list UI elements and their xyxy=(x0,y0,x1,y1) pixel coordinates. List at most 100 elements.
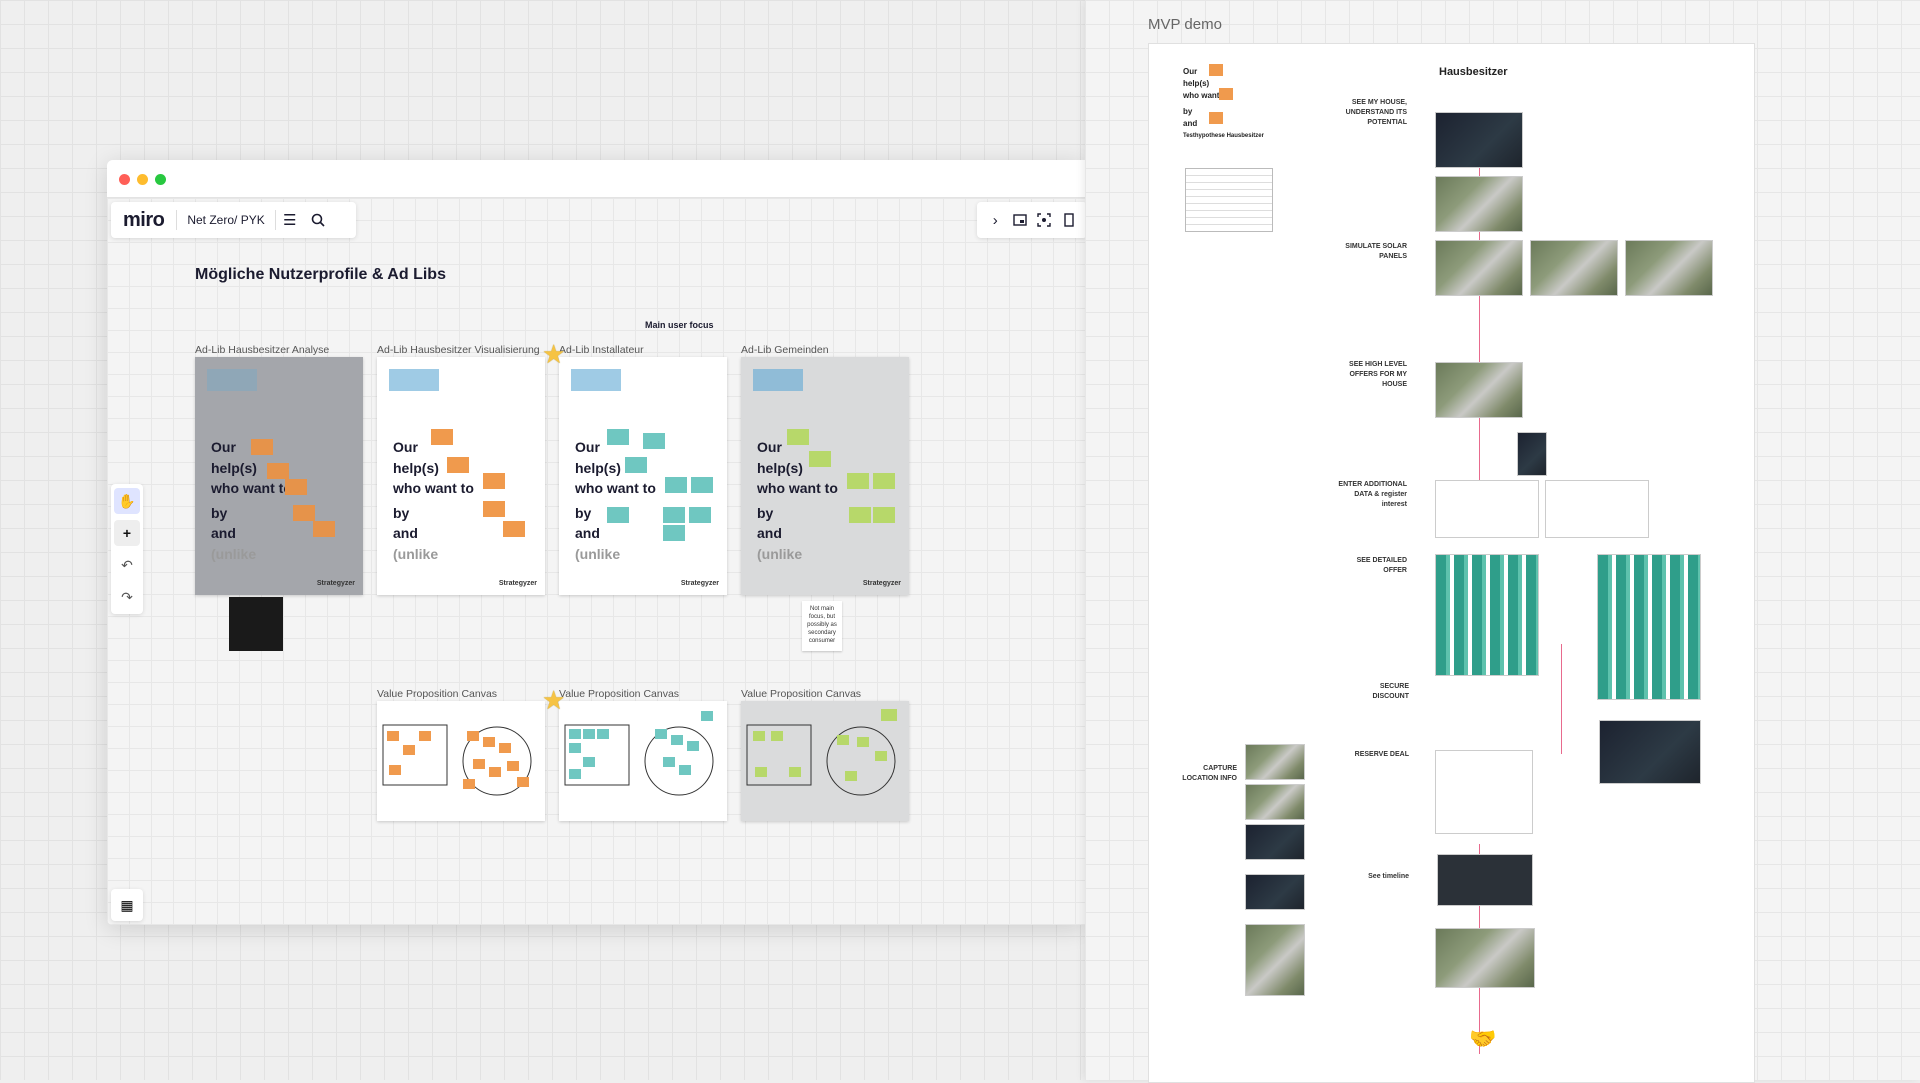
sticky-note[interactable] xyxy=(607,429,629,445)
sticky-note[interactable] xyxy=(849,507,871,523)
screenshot-location-1[interactable] xyxy=(1245,744,1305,780)
step-label: CAPTURE LOCATION INFO xyxy=(1182,765,1237,782)
sticky-note[interactable] xyxy=(431,429,453,445)
frame-title: Hausbesitzer xyxy=(1439,66,1508,78)
sticky-note[interactable] xyxy=(663,525,685,541)
menu-icon[interactable]: ☰ xyxy=(276,206,304,234)
star-icon: ★ xyxy=(542,339,566,369)
screenshot-final[interactable] xyxy=(1435,928,1535,988)
sticky-note[interactable] xyxy=(447,457,469,473)
sticky-note[interactable] xyxy=(689,507,711,523)
sticky-note[interactable] xyxy=(285,479,307,495)
panel-icon[interactable] xyxy=(1057,206,1082,234)
sticky-note[interactable] xyxy=(607,507,629,523)
strategyzer-logo: Strategyzer xyxy=(862,580,901,587)
sticky-note[interactable] xyxy=(293,505,315,521)
maximize-window-button[interactable] xyxy=(155,174,166,185)
sticky-note[interactable] xyxy=(267,463,289,479)
sticky-note[interactable] xyxy=(665,477,687,493)
miro-board[interactable]: miro Net Zero/ PYK ☰ › ✋ + ↶ ↷ ▦ Möglich… xyxy=(107,198,1085,925)
card-header xyxy=(753,369,803,391)
star-icon: ★ xyxy=(542,685,566,715)
close-window-button[interactable] xyxy=(119,174,130,185)
adlib-card-analyse[interactable]: Our help(s) who want to by and (unlike S… xyxy=(195,357,363,595)
screenshot-phone[interactable] xyxy=(1517,432,1547,476)
screenshot-solar-3[interactable] xyxy=(1625,240,1713,296)
search-icon[interactable] xyxy=(304,206,332,234)
panel-title: MVP demo xyxy=(1148,16,1222,33)
board-name[interactable]: Net Zero/ PYK xyxy=(177,213,274,227)
undo-icon[interactable]: ↶ xyxy=(114,552,140,578)
screenshot-location-4[interactable] xyxy=(1245,874,1305,910)
sticky-note[interactable] xyxy=(1209,112,1223,124)
sticky-note[interactable] xyxy=(663,507,685,523)
sticky-note[interactable] xyxy=(873,507,895,523)
plus-icon[interactable]: + xyxy=(114,520,140,546)
fit-screen-icon[interactable] xyxy=(1032,206,1057,234)
hand-icon[interactable]: ✋ xyxy=(114,488,140,514)
sticky-note[interactable] xyxy=(643,433,665,449)
frame-label: Ad-Lib Installateur xyxy=(559,344,644,356)
sticky-note[interactable] xyxy=(483,473,505,489)
screenshot-location-5[interactable] xyxy=(1245,924,1305,996)
screenshot-location-2[interactable] xyxy=(1245,784,1305,820)
sticky-note[interactable] xyxy=(847,473,869,489)
step-label: SEE DETAILED OFFER xyxy=(1356,557,1407,574)
step-label: SEE HIGH LEVEL OFFERS FOR MY HOUSE xyxy=(1349,361,1407,388)
sticky-note[interactable] xyxy=(1219,88,1233,100)
hypothesis-adlib: Our help(s) who want to by and Testhypot… xyxy=(1183,67,1264,139)
sticky-note[interactable] xyxy=(691,477,713,493)
step-label: ENTER ADDITIONAL DATA & register interes… xyxy=(1338,481,1407,508)
screenshot-reserve-deal[interactable] xyxy=(1435,750,1533,834)
screenshot-form-2[interactable] xyxy=(1545,480,1649,538)
sticky-note[interactable] xyxy=(503,521,525,537)
frames-icon[interactable]: ▦ xyxy=(111,889,143,921)
sticky-note[interactable] xyxy=(787,429,809,445)
vpc-card-orange[interactable] xyxy=(377,701,545,821)
screenshot-timeline[interactable] xyxy=(1437,854,1533,906)
sticky-note[interactable] xyxy=(809,451,831,467)
screenshot-location-3[interactable] xyxy=(1245,824,1305,860)
main-focus-label: Main user focus xyxy=(645,320,714,330)
sticky-note[interactable] xyxy=(625,457,647,473)
screenshot-aerial[interactable] xyxy=(1435,176,1523,232)
chevron-right-icon[interactable]: › xyxy=(983,206,1008,234)
sticky-note[interactable] xyxy=(483,501,505,517)
mvp-frame[interactable]: Our help(s) who want to by and Testhypot… xyxy=(1148,43,1755,1083)
sticky-note[interactable] xyxy=(313,521,335,537)
window-titlebar xyxy=(107,160,1085,198)
screenshot-dark-map[interactable] xyxy=(1435,112,1523,168)
collab-toolbar: › xyxy=(977,202,1085,238)
sticky-note[interactable] xyxy=(251,439,273,455)
minimize-window-button[interactable] xyxy=(137,174,148,185)
sticky-note[interactable] xyxy=(1209,64,1223,76)
card-header xyxy=(389,369,439,391)
step-label: See timeline xyxy=(1368,873,1409,880)
vpc-card-green[interactable] xyxy=(741,701,909,821)
adlib-card-visualisierung[interactable]: Our help(s) who want to by and (unlike S… xyxy=(377,357,545,595)
white-sticky-note[interactable]: Not main focus, but possibly as secondar… xyxy=(802,601,842,651)
screenshot-detailed-offer-2[interactable] xyxy=(1597,554,1701,700)
step-label: SIMULATE SOLAR PANELS xyxy=(1345,243,1407,260)
mvp-demo-board[interactable]: MVP demo Our help(s) who want to by and … xyxy=(1085,0,1920,1083)
screenshot-form-1[interactable] xyxy=(1435,480,1539,538)
step-label: SECURE DISCOUNT xyxy=(1372,683,1409,700)
black-sticky-note[interactable] xyxy=(229,597,283,651)
screenshot-offers[interactable] xyxy=(1435,362,1523,418)
screenshot-solar-1[interactable] xyxy=(1435,240,1523,296)
vpc-diagram xyxy=(564,711,714,796)
sticky-note[interactable] xyxy=(873,473,895,489)
miro-logo[interactable]: miro xyxy=(111,209,176,232)
screenshot-solar-2[interactable] xyxy=(1530,240,1618,296)
frame-label: Value Proposition Canvas xyxy=(559,688,680,700)
frame-label: Value Proposition Canvas xyxy=(741,688,862,700)
screenshot-chart[interactable] xyxy=(1599,720,1701,784)
screenshot-detailed-offer-1[interactable] xyxy=(1435,554,1539,676)
vpc-card-teal[interactable] xyxy=(559,701,727,821)
redo-icon[interactable]: ↷ xyxy=(114,584,140,610)
frame-label: Ad-Lib Gemeinden xyxy=(741,344,829,356)
adlib-card-installateur[interactable]: Our help(s) who want to by and (unlike S… xyxy=(559,357,727,595)
present-icon[interactable] xyxy=(1008,206,1033,234)
strategyzer-logo: Strategyzer xyxy=(498,580,537,587)
adlib-card-gemeinden[interactable]: Our help(s) who want to by and (unlike S… xyxy=(741,357,909,595)
